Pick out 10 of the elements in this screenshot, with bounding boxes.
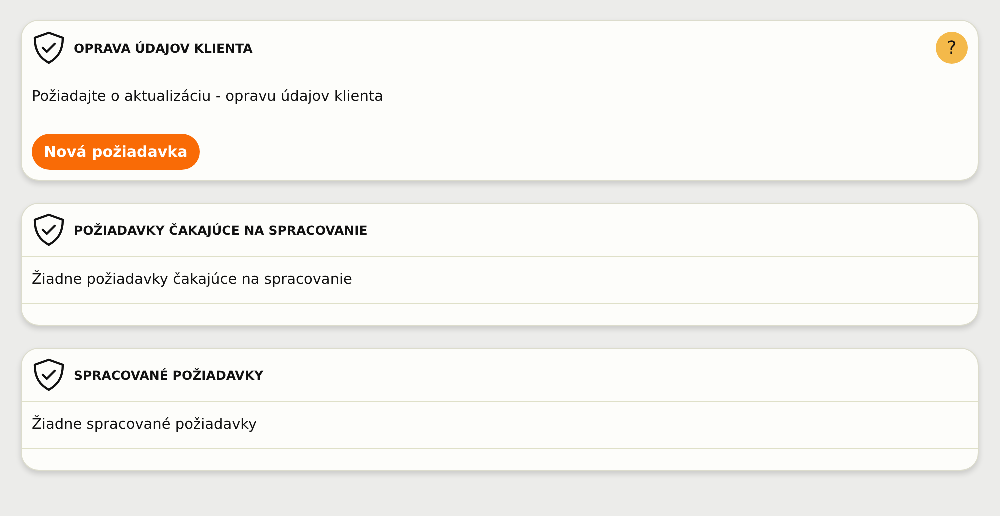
shield-check-icon [32, 213, 66, 247]
shield-check-icon [32, 31, 66, 65]
description-text: Požiadajte o aktualizáciu - opravu údajov klienta [31, 88, 384, 107]
empty-message: Žiadne požiadavky čakajúce na spracovanie [22, 257, 978, 304]
shield-check-icon [32, 358, 66, 392]
help-button[interactable]: ? [936, 32, 968, 64]
card-title: OPRAVA ÚDAJOV KLIENTA [74, 40, 253, 56]
card-title: POŽIADAVKY ČAKAJÚCE NA SPRACOVANIE [74, 222, 368, 238]
card-title: SPRACOVANÉ POŽIADAVKY [74, 368, 264, 382]
empty-message: Žiadne spracované požiadavky [22, 402, 978, 449]
